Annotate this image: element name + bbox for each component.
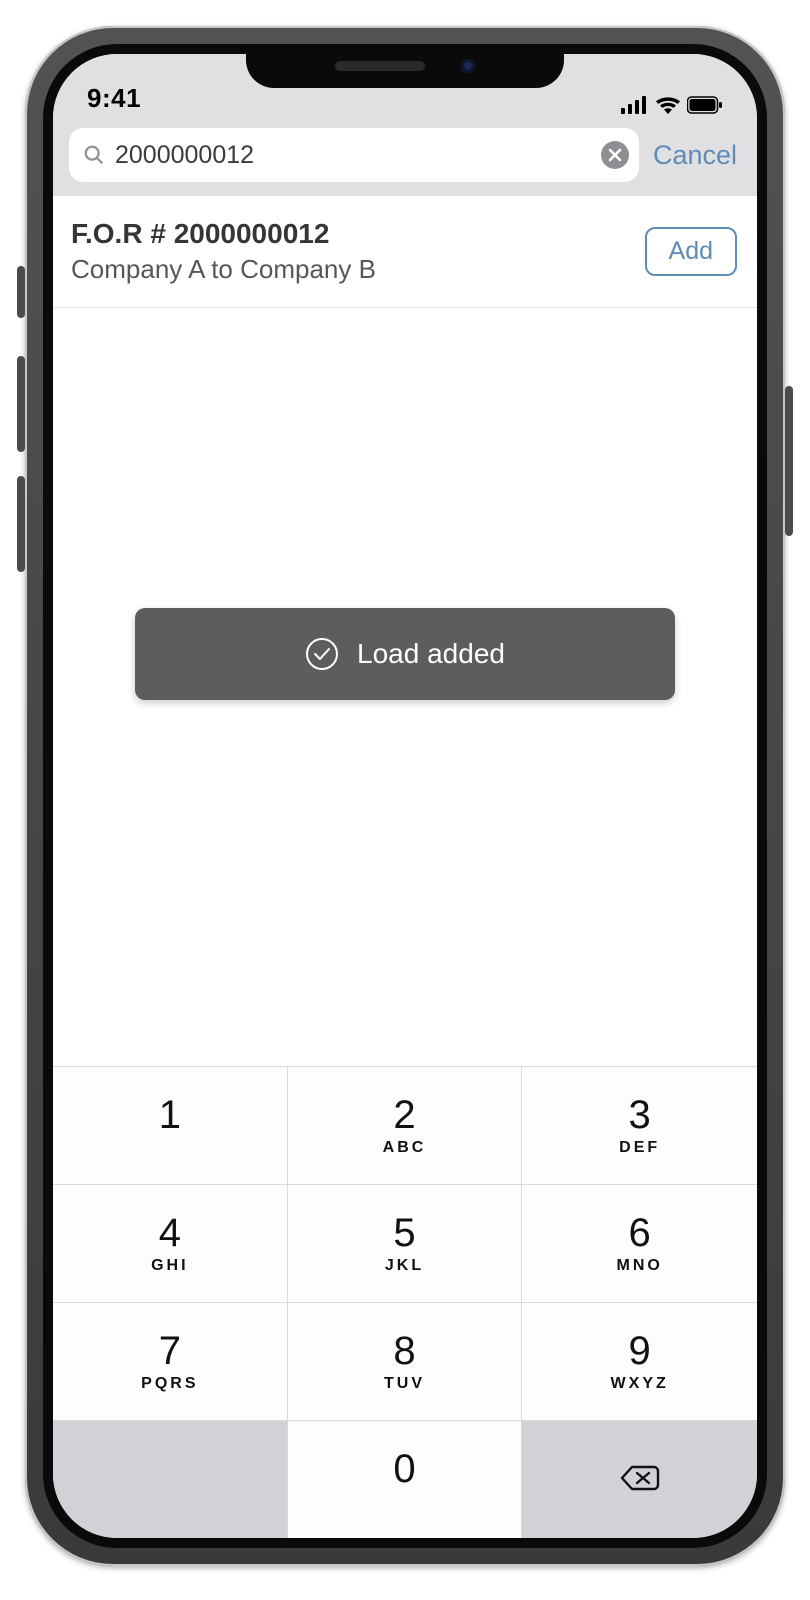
search-header: Cancel: [53, 120, 757, 196]
backspace-icon: [620, 1464, 660, 1495]
key-2[interactable]: 2ABC: [288, 1066, 523, 1184]
key-blank: [53, 1420, 288, 1538]
side-button-vol-up: [17, 356, 25, 452]
keypad-bottom-row: 0: [53, 1420, 757, 1538]
result-subtitle: Company A to Company B: [71, 254, 376, 285]
search-input[interactable]: [115, 141, 591, 170]
side-button-vol-down: [17, 476, 25, 572]
cancel-button[interactable]: Cancel: [653, 140, 741, 171]
side-button-power: [785, 386, 793, 536]
front-camera: [461, 59, 475, 73]
result-title: F.O.R # 2000000012: [71, 218, 376, 250]
clear-search-button[interactable]: [601, 141, 629, 169]
search-icon: [83, 144, 105, 166]
side-button-mute: [17, 266, 25, 318]
key-1[interactable]: 1: [53, 1066, 288, 1184]
cellular-icon: [621, 96, 649, 114]
battery-icon: [687, 96, 723, 114]
status-indicators: [621, 96, 723, 114]
key-0[interactable]: 0: [288, 1420, 523, 1538]
device-bezel: 9:41 Cancel: [43, 44, 767, 1548]
content-area: Load added: [53, 308, 757, 1066]
key-8[interactable]: 8TUV: [288, 1302, 523, 1420]
key-7[interactable]: 7PQRS: [53, 1302, 288, 1420]
key-5[interactable]: 5JKL: [288, 1184, 523, 1302]
add-button[interactable]: Add: [645, 227, 737, 276]
key-6[interactable]: 6MNO: [522, 1184, 757, 1302]
screen: 9:41 Cancel: [53, 54, 757, 1538]
key-3[interactable]: 3DEF: [522, 1066, 757, 1184]
key-4[interactable]: 4GHI: [53, 1184, 288, 1302]
numeric-keypad: 1 2ABC 3DEF 4GHI 5JKL 6MNO 7PQRS 8TUV 9W…: [53, 1066, 757, 1538]
toast-message: Load added: [357, 638, 505, 670]
result-text: F.O.R # 2000000012 Company A to Company …: [71, 218, 376, 285]
notch: [246, 44, 564, 88]
wifi-icon: [655, 96, 681, 114]
key-backspace[interactable]: [522, 1420, 757, 1538]
x-icon: [608, 148, 622, 162]
search-field[interactable]: [69, 128, 639, 182]
device-frame: 9:41 Cancel: [25, 26, 785, 1566]
key-9[interactable]: 9WXYZ: [522, 1302, 757, 1420]
check-circle-icon: [305, 637, 339, 671]
status-time: 9:41: [87, 83, 141, 114]
keypad-grid: 1 2ABC 3DEF 4GHI 5JKL 6MNO 7PQRS 8TUV 9W…: [53, 1066, 757, 1420]
search-result-row[interactable]: F.O.R # 2000000012 Company A to Company …: [53, 196, 757, 308]
speaker-grille: [335, 61, 425, 71]
toast: Load added: [135, 608, 675, 700]
